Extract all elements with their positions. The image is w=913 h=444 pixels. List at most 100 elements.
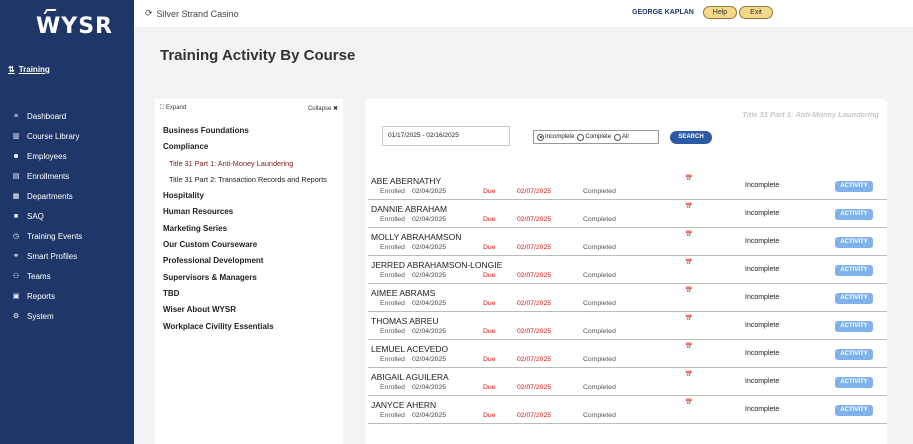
calendar-icon[interactable]: 📅 (685, 399, 692, 406)
course-category[interactable]: TBD (163, 289, 343, 305)
calendar-icon[interactable]: 📅 (685, 315, 692, 322)
completed-label: Completed (583, 384, 616, 391)
employee-name[interactable]: DANNIE ABRAHAM (371, 204, 447, 214)
wysr-logo[interactable]: WYSR (36, 9, 113, 39)
date-range-input[interactable]: 01/17/2025 - 02/16/2025 (382, 126, 510, 146)
collapse-button[interactable]: Collapse ✖ (308, 105, 338, 112)
due-label: Due (483, 412, 496, 419)
activity-button[interactable]: ACTIVITY (835, 265, 873, 276)
casino-switcher[interactable]: ⟳ Silver Strand Casino (145, 8, 239, 19)
sidebar-item-saq[interactable]: ■ SAQ (12, 206, 132, 226)
course-category[interactable]: Compliance (163, 142, 343, 158)
help-button[interactable]: Help (703, 6, 737, 19)
activity-button[interactable]: ACTIVITY (835, 349, 873, 360)
training-icon: ⇅ (8, 65, 15, 74)
employees-icon: ☻ (12, 152, 20, 160)
enrolled-label: Enrolled (380, 384, 405, 391)
activity-button[interactable]: ACTIVITY (835, 209, 873, 220)
search-button[interactable]: SEARCH (670, 131, 712, 144)
filter-all-radio[interactable]: All (614, 133, 629, 141)
enrolled-date: 02/04/2025 (412, 272, 447, 279)
sidebar-item-label: Enrollments (27, 171, 70, 181)
course-category[interactable]: Human Resources (163, 207, 343, 223)
employee-name[interactable]: LEMUEL ACEVEDO (371, 344, 448, 354)
page-title: Training Activity By Course (160, 47, 356, 64)
due-label: Due (483, 384, 496, 391)
sidebar-item-dashboard[interactable]: ≡ Dashboard (12, 106, 132, 126)
employee-name[interactable]: JERRED ABRAHAMSON-LONGIE (371, 260, 502, 270)
expand-icon: ⛶ (160, 105, 165, 111)
departments-icon: ▦ (12, 193, 20, 200)
sidebar-item-employees[interactable]: ☻ Employees (12, 146, 132, 166)
activity-button[interactable]: ACTIVITY (835, 377, 873, 388)
table-row: JANYCE AHERN Enrolled 02/04/2025 Due 02/07/2… (368, 396, 887, 424)
enrolled-label: Enrolled (380, 300, 405, 307)
course-category[interactable]: Wiser About WYSR (163, 305, 343, 321)
smart-profiles-icon: ⚭ (13, 253, 19, 260)
enrolled-date: 02/04/2025 (412, 244, 447, 251)
employee-name[interactable]: AIMEE ABRAMS (371, 288, 435, 298)
sidebar-item-system[interactable]: ⚙ System (12, 306, 132, 326)
sidebar-item-reports[interactable]: ▣ Reports (12, 286, 132, 306)
calendar-icon[interactable]: 📅 (685, 371, 692, 378)
employee-name[interactable]: MOLLY ABRAHAMSON (371, 232, 461, 242)
course-category[interactable]: Business Foundations (163, 126, 343, 142)
course-item[interactable]: Title 31 Part 2: Transaction Records and… (163, 175, 343, 191)
course-category[interactable]: Workplace Civility Essentials (163, 322, 343, 338)
employee-name[interactable]: ABE ABERNATHY (371, 176, 441, 186)
due-date: 02/07/2025 (517, 300, 552, 307)
sidebar-item-teams[interactable]: ⚇ Teams (12, 266, 132, 286)
course-category[interactable]: Marketing Series (163, 224, 343, 240)
course-category[interactable]: Professional Development (163, 256, 343, 272)
employee-name[interactable]: JANYCE AHERN (371, 400, 436, 410)
due-label: Due (483, 272, 496, 279)
filter-incomplete-radio[interactable]: Incomplete (537, 133, 574, 141)
table-row: AIMEE ABRAMS Enrolled 02/04/2025 Due 02/07/2… (368, 284, 887, 312)
employee-name[interactable]: THOMAS ABREU (371, 316, 439, 326)
status-text: Incomplete (745, 350, 780, 357)
calendar-icon[interactable]: 📅 (685, 259, 692, 266)
status-text: Incomplete (745, 238, 780, 245)
activity-button[interactable]: ACTIVITY (835, 321, 873, 332)
due-date: 02/07/2025 (517, 272, 552, 279)
employee-name[interactable]: ABIGAIL AGUILERA (371, 372, 449, 382)
course-item[interactable]: Title 31 Part 1: Anti-Money Laundering (163, 159, 343, 175)
user-name[interactable]: GEORGE KAPLAN (632, 9, 694, 16)
activity-button[interactable]: ACTIVITY (835, 293, 873, 304)
sidebar-item-departments[interactable]: ▦ Departments (12, 186, 132, 206)
sidebar-item-enrollments[interactable]: ▤ Enrollments (12, 166, 132, 186)
sidebar-training-label: Training (18, 65, 50, 74)
course-category[interactable]: Supervisors & Managers (163, 273, 343, 289)
sidebar-item-label: Dashboard (27, 111, 67, 121)
calendar-icon[interactable]: 📅 (685, 175, 692, 182)
course-category[interactable]: Our Custom Courseware (163, 240, 343, 256)
filter-complete-radio[interactable]: Complete (577, 133, 611, 141)
calendar-icon[interactable]: 📅 (685, 287, 692, 294)
course-panel: ⛶ Expand Collapse ✖ Business Foundations… (155, 99, 343, 444)
sidebar-item-smart-profiles[interactable]: ⚭ Smart Profiles (12, 246, 132, 266)
activity-panel: Title 31 Part 1: Anti-Money Laundering 0… (365, 99, 887, 444)
sidebar-item-training-events[interactable]: ◷ Training Events (12, 226, 132, 246)
reports-icon: ▣ (12, 293, 20, 300)
sidebar-item-label: Teams (27, 271, 51, 281)
sidebar-item-course-library[interactable]: ▥ Course Library (12, 126, 132, 146)
calendar-icon[interactable]: 📅 (685, 231, 692, 238)
top-bar: ⟳ Silver Strand Casino GEORGE KAPLAN Hel… (134, 0, 913, 27)
exit-button[interactable]: Exit (739, 6, 773, 19)
sidebar-item-label: Employees (27, 151, 67, 161)
activity-button[interactable]: ACTIVITY (835, 181, 873, 192)
sidebar-item-label: SAQ (27, 211, 44, 221)
activity-button[interactable]: ACTIVITY (835, 237, 873, 248)
sidebar-item-label: Training Events (27, 231, 83, 241)
course-category[interactable]: Hospitality (163, 191, 343, 207)
table-row: DANNIE ABRAHAM Enrolled 02/04/2025 Due 02/07… (368, 200, 887, 228)
enrolled-label: Enrolled (380, 188, 405, 195)
enrolled-label: Enrolled (380, 412, 405, 419)
calendar-icon[interactable]: 📅 (685, 343, 692, 350)
calendar-icon[interactable]: 📅 (685, 203, 692, 210)
activity-button[interactable]: ACTIVITY (835, 405, 873, 416)
expand-button[interactable]: ⛶ Expand (160, 105, 186, 112)
due-label: Due (483, 244, 496, 251)
sidebar-training-link[interactable]: ⇅ Training (8, 65, 50, 74)
sidebar-item-label: Course Library (27, 131, 80, 141)
